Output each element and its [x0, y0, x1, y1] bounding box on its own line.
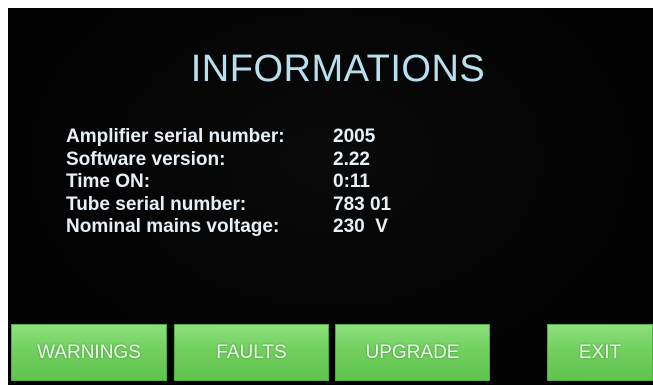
info-label: Time ON: [66, 171, 151, 192]
info-value: 2005 [333, 126, 376, 147]
info-label: Software version: [66, 148, 226, 170]
info-row-mains-voltage: Nominal mains voltage: 230 V [66, 216, 391, 239]
warnings-button[interactable]: WARNINGS [11, 324, 167, 381]
faults-button[interactable]: FAULTS [174, 324, 329, 381]
info-row-software-version: Software version: 2.22 [66, 149, 391, 172]
info-value: 2.22 [333, 148, 370, 170]
exit-button[interactable]: EXIT [547, 324, 653, 381]
info-row-time-on: Time ON: 0:11 [66, 171, 391, 194]
info-label: Nominal mains voltage: [66, 216, 280, 237]
page-title: INFORMATIONS [190, 48, 486, 90]
info-value: 783 01 [333, 193, 392, 215]
info-row-tube-serial: Tube serial number: 783 01 [66, 194, 391, 217]
upgrade-button[interactable]: UPGRADE [335, 324, 490, 381]
device-bezel: INFORMATIONS Amplifier serial number: 20… [0, 0, 653, 385]
touch-screen: INFORMATIONS Amplifier serial number: 20… [8, 8, 653, 385]
info-label: Amplifier serial number: [66, 126, 285, 147]
info-value: 0:11 [333, 171, 370, 192]
info-label: Tube serial number: [66, 193, 247, 215]
info-row-amplifier-serial: Amplifier serial number: 2005 [66, 126, 391, 149]
info-value: 230 V [333, 216, 388, 237]
info-table: Amplifier serial number: 2005 Software v… [66, 126, 391, 239]
